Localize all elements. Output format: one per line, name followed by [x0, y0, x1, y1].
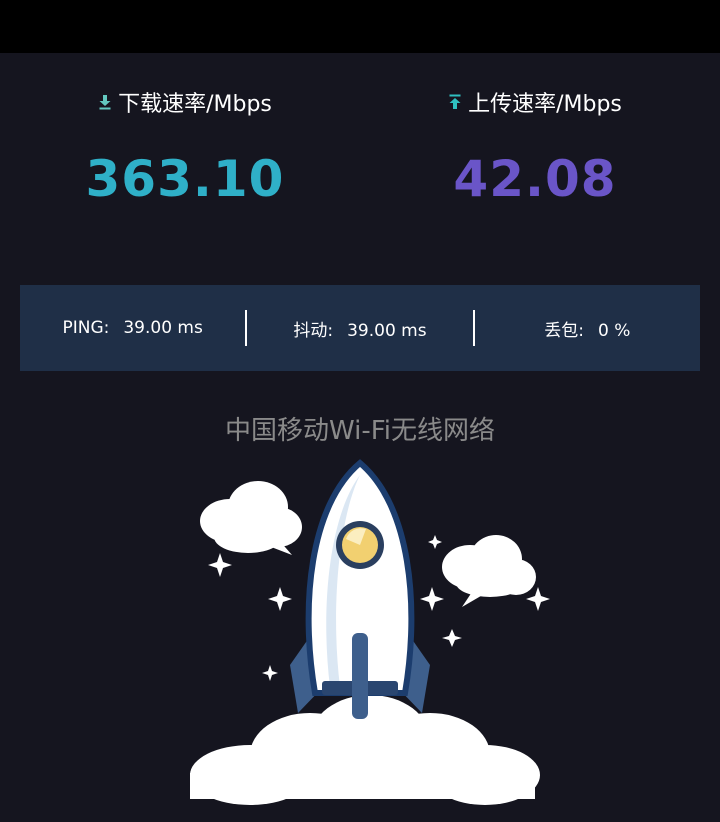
- jitter-stat: 抖动: 39.00 ms: [247, 316, 472, 341]
- ping-value: 39.00 ms: [123, 318, 203, 338]
- upload-speed-block: 上传速率/Mbps 42.08: [355, 84, 715, 208]
- upload-speed-value: 42.08: [453, 150, 617, 208]
- network-name: 中国移动Wi-Fi无线网络: [224, 416, 496, 446]
- network-stats-panel: PING: 39.00 ms 抖动: 39.00 ms 丢包: 0 %: [20, 285, 700, 371]
- jitter-label: 抖动:: [293, 320, 334, 341]
- packet-loss-stat: 丢包: 0 %: [475, 316, 700, 341]
- packet-loss-label: 丢包:: [544, 320, 584, 341]
- rocket-launch-illustration: [190, 459, 550, 805]
- status-bar: [0, 0, 720, 53]
- upload-speed-label: 上传速率/Mbps: [468, 92, 622, 117]
- ping-stat: PING: 39.00 ms: [20, 318, 245, 338]
- cloud-icon: [200, 481, 302, 555]
- download-arrow-icon: [99, 95, 111, 110]
- ping-label: PING:: [62, 318, 110, 338]
- speed-test-screen: 下载速率/Mbps 363.10 上传速率/Mbps 42.08 PING: 39…: [0, 0, 720, 822]
- cloud-icon: [442, 535, 536, 607]
- upload-arrow-icon: [449, 94, 461, 109]
- rocket-center-fin: [352, 633, 368, 719]
- jitter-value: 39.00 ms: [347, 320, 427, 341]
- download-speed-value: 363.10: [85, 150, 285, 208]
- packet-loss-value: 0 %: [598, 320, 631, 341]
- download-speed-label: 下载速率/Mbps: [118, 92, 272, 117]
- download-speed-block: 下载速率/Mbps 363.10: [5, 84, 365, 208]
